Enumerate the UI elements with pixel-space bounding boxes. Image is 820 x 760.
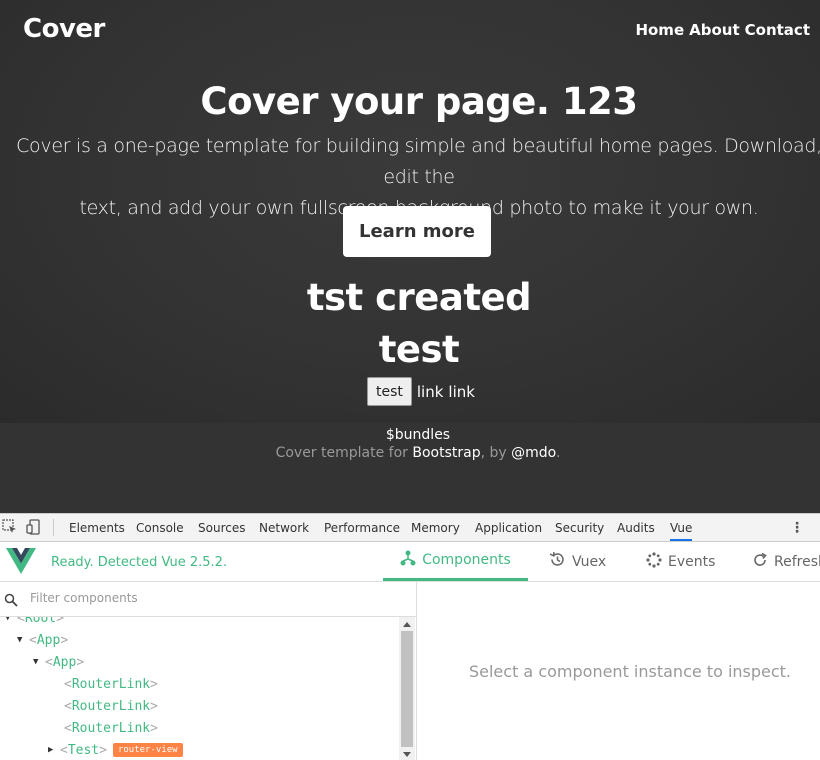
component-tree-pane: ▼ <Root> ▼ <App> ▼ <App> <RouterLink> <R… xyxy=(0,582,417,760)
tree-node-app-child[interactable]: ▼ < App > xyxy=(33,652,84,672)
tab-audits[interactable]: Audits xyxy=(617,521,655,535)
expand-arrow-icon[interactable]: ▼ xyxy=(5,617,17,623)
more-options-icon[interactable]: ⋮ xyxy=(790,520,804,536)
tab-network[interactable]: Network xyxy=(259,521,309,535)
tab-elements[interactable]: Elements xyxy=(69,521,125,535)
credit-prefix: Cover template for xyxy=(275,445,413,461)
tree-node-app[interactable]: ▼ < App > xyxy=(17,630,68,650)
search-icon xyxy=(4,592,18,611)
credit-mid: , by xyxy=(480,445,512,461)
tree-node-routerlink[interactable]: < RouterLink > xyxy=(64,696,158,716)
tab-application[interactable]: Application xyxy=(475,521,542,535)
hero-title: Cover your page. 123 xyxy=(200,80,638,123)
filter-bar xyxy=(0,582,416,617)
tab-performance[interactable]: Performance xyxy=(324,521,400,535)
node-name: Root xyxy=(24,617,57,626)
refresh-label: Refresh xyxy=(774,553,820,570)
main-nav: Home About Contact xyxy=(635,21,810,39)
bundles-text: $bundles xyxy=(385,427,451,443)
tree-node-routerlink[interactable]: < RouterLink > xyxy=(64,718,158,738)
refresh-button[interactable]: Refresh xyxy=(752,542,820,581)
vue-devtools-header: Ready. Detected Vue 2.5.2. Components Vu… xyxy=(0,542,820,582)
scroll-thumb[interactable] xyxy=(401,631,413,747)
brand-title: Cover xyxy=(23,14,105,44)
inspect-element-icon[interactable] xyxy=(2,519,18,535)
tab-console[interactable]: Console xyxy=(136,521,184,535)
footer-credit: Cover template for Bootstrap, by @mdo. xyxy=(0,445,820,461)
inspector-pane: Select a component instance to inspect. xyxy=(417,582,820,760)
expand-arrow-icon[interactable]: ▼ xyxy=(17,635,29,645)
tree-scrollbar[interactable] xyxy=(399,617,415,760)
tab-vuex[interactable]: Vuex xyxy=(549,542,606,581)
tab-vuex-label: Vuex xyxy=(572,553,607,570)
tab-components-label: Components xyxy=(422,552,511,568)
tree-node-test[interactable]: ▶ < Test > router-view xyxy=(48,740,183,760)
nav-contact[interactable]: Contact xyxy=(745,21,810,39)
scroll-up-icon[interactable] xyxy=(403,622,411,627)
scroll-down-icon[interactable] xyxy=(403,752,411,757)
tree-node-root[interactable]: ▼ < Root > xyxy=(5,617,64,628)
inspect-hint: Select a component instance to inspect. xyxy=(468,662,792,681)
cover-page: Cover Home About Contact Cover your page… xyxy=(0,0,820,423)
test-button[interactable]: test xyxy=(367,377,412,406)
tree-node-routerlink[interactable]: < RouterLink > xyxy=(64,674,158,694)
events-icon xyxy=(646,551,662,572)
node-name: App xyxy=(52,654,77,670)
components-icon xyxy=(400,550,416,570)
refresh-icon xyxy=(752,552,768,572)
filter-components-input[interactable] xyxy=(28,590,402,606)
node-name: Test xyxy=(67,742,100,758)
tab-events-label: Events xyxy=(668,553,716,570)
test-heading: test xyxy=(378,328,460,371)
nav-home[interactable]: Home xyxy=(635,21,684,39)
devtools-panel: Elements Console Sources Network Perform… xyxy=(0,513,820,760)
link-2[interactable]: link xyxy=(448,383,475,401)
node-name: RouterLink xyxy=(71,698,151,714)
bootstrap-link[interactable]: Bootstrap xyxy=(412,445,480,461)
history-icon xyxy=(549,551,566,572)
node-name: RouterLink xyxy=(71,720,151,736)
toolbar-divider xyxy=(53,519,54,536)
credit-suffix: . xyxy=(555,445,561,461)
component-tree: ▼ < Root > ▼ < App > ▼ < App > < RouterLink > < R… xyxy=(0,617,398,760)
router-view-badge: router-view xyxy=(112,743,183,757)
test-row: test link link xyxy=(367,377,475,406)
expand-arrow-icon[interactable]: ▼ xyxy=(33,657,45,667)
node-name: RouterLink xyxy=(71,676,151,692)
collapsed-arrow-icon[interactable]: ▶ xyxy=(48,745,60,755)
devtools-tabbar: Elements Console Sources Network Perform… xyxy=(0,514,820,542)
author-link[interactable]: @mdo xyxy=(511,445,556,461)
page-footer: $bundles Cover template for Bootstrap, b… xyxy=(0,423,820,513)
learn-more-button[interactable]: Learn more xyxy=(343,206,491,257)
tab-vue[interactable]: Vue xyxy=(670,521,693,541)
tab-sources[interactable]: Sources xyxy=(198,521,245,535)
tab-security[interactable]: Security xyxy=(555,521,604,535)
vue-logo-icon xyxy=(6,548,36,578)
vue-status: Ready. Detected Vue 2.5.2. xyxy=(51,555,228,570)
device-toggle-icon[interactable] xyxy=(26,519,42,535)
link-1[interactable]: link xyxy=(417,383,444,401)
node-name: App xyxy=(36,632,61,648)
tab-memory[interactable]: Memory xyxy=(411,521,460,535)
tab-events[interactable]: Events xyxy=(646,542,715,581)
tab-components[interactable]: Components xyxy=(383,542,528,581)
created-heading: tst created xyxy=(306,276,532,319)
lead-line-1: Cover is a one-page template for buildin… xyxy=(16,135,820,188)
nav-about[interactable]: About xyxy=(689,21,740,39)
